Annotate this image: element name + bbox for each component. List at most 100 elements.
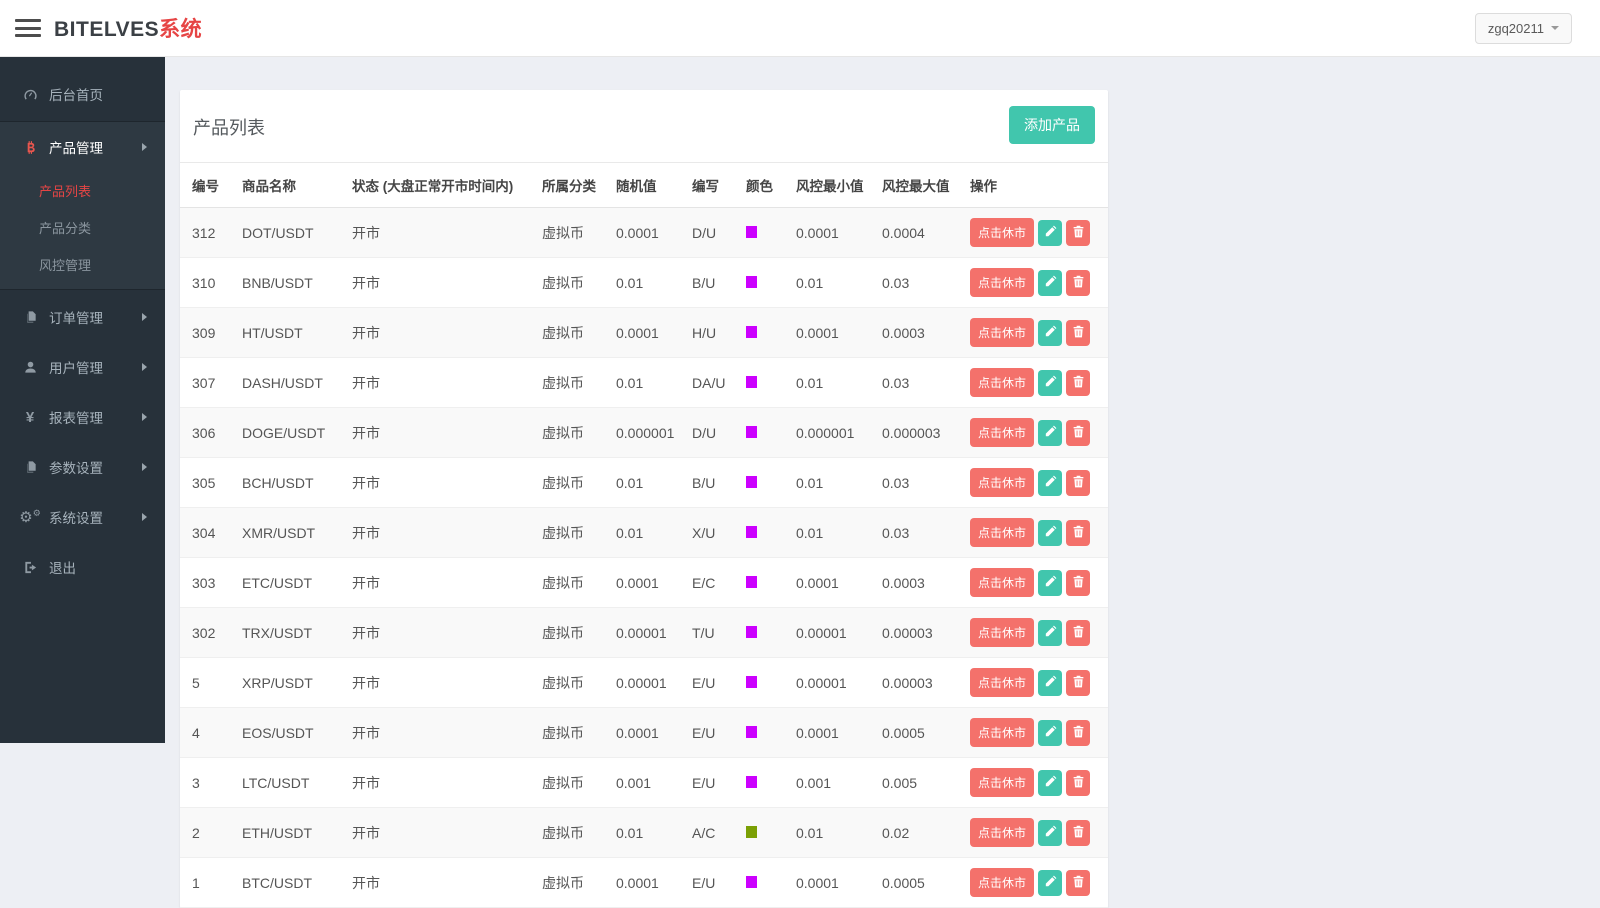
trash-icon <box>1071 324 1086 342</box>
cell-abbreviation: H/U <box>680 308 734 358</box>
table-row: 304XMR/USDT开市虚拟币0.01X/U0.010.03 点击休市 <box>180 508 1108 558</box>
edit-button[interactable] <box>1038 320 1062 346</box>
edit-button[interactable] <box>1038 470 1062 496</box>
delete-button[interactable] <box>1066 520 1090 546</box>
close-market-button[interactable]: 点击休市 <box>970 668 1034 697</box>
sidebar-item-gears[interactable]: ⚙⚙系统设置 <box>0 492 165 542</box>
delete-button[interactable] <box>1066 720 1090 746</box>
close-market-button[interactable]: 点击休市 <box>970 868 1034 897</box>
close-market-button[interactable]: 点击休市 <box>970 618 1034 647</box>
cell-risk-max: 0.03 <box>870 258 958 308</box>
sidebar-item-files[interactable]: 订单管理 <box>0 292 165 342</box>
cell-random-value: 0.0001 <box>604 208 680 258</box>
sidebar-item-user[interactable]: 用户管理 <box>0 342 165 392</box>
trash-icon <box>1071 374 1086 392</box>
close-market-button[interactable]: 点击休市 <box>970 268 1034 297</box>
trash-icon <box>1071 874 1086 892</box>
sidebar-item-dashboard[interactable]: 后台首页 <box>0 69 165 119</box>
pencil-icon <box>1043 374 1058 392</box>
table-row: 2ETH/USDT开市虚拟币0.01A/C0.010.02 点击休市 <box>180 808 1108 858</box>
edit-button[interactable] <box>1038 420 1062 446</box>
sidebar-group: 产品管理产品列表产品分类风控管理 <box>0 121 165 290</box>
edit-button[interactable] <box>1038 220 1062 246</box>
cell-product-name: ETC/USDT <box>230 558 340 608</box>
trash-icon <box>1071 624 1086 642</box>
cell-product-name: DOT/USDT <box>230 208 340 258</box>
add-product-button[interactable]: 添加产品 <box>1009 106 1095 144</box>
trash-icon <box>1071 724 1086 742</box>
user-menu[interactable]: zgq20211 <box>1475 13 1572 44</box>
delete-button[interactable] <box>1066 770 1090 796</box>
delete-button[interactable] <box>1066 320 1090 346</box>
close-market-button[interactable]: 点击休市 <box>970 468 1034 497</box>
column-header: 所属分类 <box>530 163 604 208</box>
sidebar-item-bitcoin[interactable]: 产品管理 <box>0 122 165 172</box>
sidebar-item-label: 报表管理 <box>49 407 103 427</box>
cell-random-value: 0.01 <box>604 458 680 508</box>
column-header: 随机值 <box>604 163 680 208</box>
close-market-button[interactable]: 点击休市 <box>970 568 1034 597</box>
edit-button[interactable] <box>1038 570 1062 596</box>
menu-toggle-icon[interactable] <box>15 19 41 37</box>
edit-button[interactable] <box>1038 870 1062 896</box>
trash-icon <box>1071 274 1086 292</box>
edit-button[interactable] <box>1038 620 1062 646</box>
delete-button[interactable] <box>1066 820 1090 846</box>
edit-button[interactable] <box>1038 270 1062 296</box>
delete-button[interactable] <box>1066 620 1090 646</box>
cell-random-value: 0.00001 <box>604 608 680 658</box>
delete-button[interactable] <box>1066 670 1090 696</box>
cell-product-name: DOGE/USDT <box>230 408 340 458</box>
color-swatch <box>746 576 757 588</box>
main-content: 产品列表 添加产品 编号商品名称状态 (大盘正常开市时间内)所属分类随机值编写颜… <box>165 57 1600 743</box>
color-swatch <box>746 226 757 238</box>
delete-button[interactable] <box>1066 420 1090 446</box>
delete-button[interactable] <box>1066 870 1090 896</box>
cell-status: 开市 <box>340 358 530 408</box>
sidebar-item-label: 用户管理 <box>49 357 103 377</box>
close-market-button[interactable]: 点击休市 <box>970 818 1034 847</box>
edit-button[interactable] <box>1038 670 1062 696</box>
cell-actions: 点击休市 <box>958 608 1108 658</box>
cell-id: 1 <box>180 858 230 908</box>
delete-button[interactable] <box>1066 370 1090 396</box>
delete-button[interactable] <box>1066 270 1090 296</box>
delete-button[interactable] <box>1066 220 1090 246</box>
sidebar-subitem[interactable]: 产品分类 <box>0 209 165 246</box>
close-market-button[interactable]: 点击休市 <box>970 218 1034 247</box>
cell-category: 虚拟币 <box>530 458 604 508</box>
close-market-button[interactable]: 点击休市 <box>970 368 1034 397</box>
cell-actions: 点击休市 <box>958 208 1108 258</box>
edit-button[interactable] <box>1038 520 1062 546</box>
cell-color <box>734 658 784 708</box>
column-header: 操作 <box>958 163 1108 208</box>
edit-button[interactable] <box>1038 370 1062 396</box>
sidebar-item-files[interactable]: 参数设置 <box>0 442 165 492</box>
sidebar-item-yen[interactable]: ¥报表管理 <box>0 392 165 442</box>
table-row: 3LTC/USDT开市虚拟币0.001E/U0.0010.005 点击休市 <box>180 758 1108 808</box>
delete-button[interactable] <box>1066 570 1090 596</box>
cell-actions: 点击休市 <box>958 408 1108 458</box>
cell-abbreviation: E/C <box>680 558 734 608</box>
sidebar-subitem[interactable]: 产品列表 <box>0 172 165 209</box>
cell-id: 4 <box>180 708 230 758</box>
table-header-row: 编号商品名称状态 (大盘正常开市时间内)所属分类随机值编写颜色风控最小值风控最大… <box>180 163 1108 208</box>
sidebar-subitem[interactable]: 风控管理 <box>0 246 165 283</box>
edit-button[interactable] <box>1038 820 1062 846</box>
cell-abbreviation: D/U <box>680 408 734 458</box>
sidebar-item-label: 参数设置 <box>49 457 103 477</box>
edit-button[interactable] <box>1038 720 1062 746</box>
edit-button[interactable] <box>1038 770 1062 796</box>
files-icon <box>20 460 40 475</box>
sidebar-item-logout[interactable]: 退出 <box>0 542 165 592</box>
delete-button[interactable] <box>1066 470 1090 496</box>
cell-status: 开市 <box>340 858 530 908</box>
cell-id: 306 <box>180 408 230 458</box>
close-market-button[interactable]: 点击休市 <box>970 418 1034 447</box>
close-market-button[interactable]: 点击休市 <box>970 318 1034 347</box>
sidebar-item-label: 订单管理 <box>49 307 103 327</box>
close-market-button[interactable]: 点击休市 <box>970 768 1034 797</box>
close-market-button[interactable]: 点击休市 <box>970 518 1034 547</box>
color-swatch <box>746 326 757 338</box>
logout-icon <box>20 560 40 575</box>
